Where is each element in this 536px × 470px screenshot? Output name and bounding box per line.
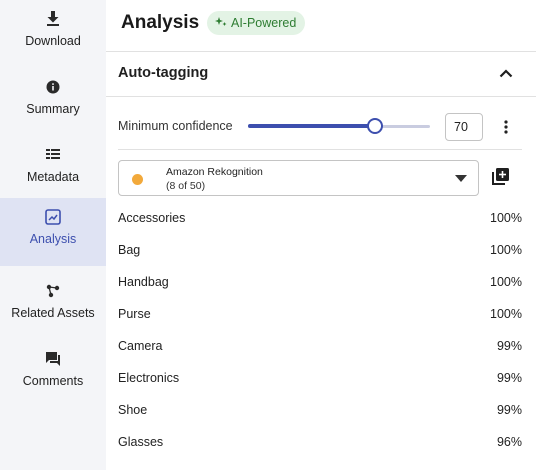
sidebar-item-comments[interactable]: Comments bbox=[0, 340, 106, 408]
provider-status-dot bbox=[132, 174, 143, 185]
sidebar-item-label: Metadata bbox=[26, 170, 80, 184]
tag-name: Shoe bbox=[118, 403, 148, 417]
provider-name: Amazon Rekognition bbox=[166, 166, 263, 178]
ai-powered-badge: AI-Powered bbox=[207, 11, 306, 35]
comment-icon bbox=[44, 350, 62, 368]
tag-name: Glasses bbox=[118, 435, 164, 449]
tag-score: 96% bbox=[496, 435, 522, 449]
tag-name: Accessories bbox=[118, 211, 186, 225]
ai-badge-label: AI-Powered bbox=[231, 16, 297, 30]
confidence-slider[interactable] bbox=[248, 118, 430, 134]
sidebar-item-label: Related Assets bbox=[11, 306, 95, 320]
control-divider bbox=[118, 149, 522, 150]
provider-count: (8 of 50) bbox=[166, 180, 206, 192]
page-title: Analysis bbox=[121, 12, 200, 33]
sidebar-item-summary[interactable]: Summary bbox=[0, 68, 106, 136]
tag-score: 99% bbox=[496, 339, 522, 353]
graph-icon bbox=[44, 282, 62, 300]
tag-row[interactable]: Camera 99% bbox=[118, 330, 522, 362]
main-panel: Analysis AI-Powered Auto-tagging Minimum… bbox=[106, 0, 536, 470]
tag-name: Camera bbox=[118, 339, 163, 353]
tag-score: 99% bbox=[496, 403, 522, 417]
sidebar: Download Summary Metadata Analysis Relat bbox=[0, 0, 106, 470]
section-divider bbox=[106, 96, 536, 97]
more-vert-icon bbox=[504, 120, 508, 134]
section-title: Auto-tagging bbox=[118, 65, 209, 81]
header-divider bbox=[106, 51, 536, 52]
tag-score: 100% bbox=[490, 275, 522, 289]
list-icon bbox=[44, 146, 62, 164]
tag-name: Purse bbox=[118, 307, 151, 321]
download-icon bbox=[44, 10, 62, 28]
tag-row[interactable]: Accessories 100% bbox=[118, 202, 522, 234]
sidebar-item-label: Comments bbox=[22, 374, 84, 388]
provider-select[interactable]: Amazon Rekognition (8 of 50) bbox=[118, 160, 479, 196]
chevron-up-icon bbox=[499, 68, 513, 77]
caret-down-icon bbox=[455, 175, 467, 182]
collapse-button[interactable] bbox=[496, 63, 516, 83]
slider-fill bbox=[248, 124, 376, 128]
library-add-icon bbox=[492, 168, 509, 185]
tag-score: 99% bbox=[496, 371, 522, 385]
tag-row[interactable]: Electronics 99% bbox=[118, 362, 522, 394]
tag-score: 100% bbox=[490, 211, 522, 225]
tag-row[interactable]: Handbag 100% bbox=[118, 266, 522, 298]
info-icon bbox=[44, 78, 62, 96]
sidebar-item-analysis[interactable]: Analysis bbox=[0, 198, 106, 266]
tag-name: Bag bbox=[118, 243, 141, 257]
tag-row[interactable]: Shoe 99% bbox=[118, 394, 522, 426]
tag-row[interactable]: Bag 100% bbox=[118, 234, 522, 266]
tag-score: 100% bbox=[490, 243, 522, 257]
tag-row[interactable]: Purse 100% bbox=[118, 298, 522, 330]
app-root: Download Summary Metadata Analysis Relat bbox=[0, 0, 536, 470]
confidence-label: Minimum confidence bbox=[118, 119, 233, 133]
analysis-icon bbox=[44, 208, 62, 226]
tag-score: 100% bbox=[490, 307, 522, 321]
sidebar-item-label: Analysis bbox=[29, 232, 77, 246]
slider-thumb[interactable] bbox=[367, 118, 384, 134]
confidence-input[interactable] bbox=[445, 113, 483, 141]
more-options-button[interactable] bbox=[499, 117, 513, 137]
tag-row[interactable]: Glasses 96% bbox=[118, 426, 522, 458]
tag-name: Electronics bbox=[118, 371, 180, 385]
sparkle-icon bbox=[215, 16, 227, 31]
sidebar-item-related-assets[interactable]: Related Assets bbox=[0, 272, 106, 340]
sidebar-item-label: Summary bbox=[26, 102, 80, 116]
add-tags-button[interactable] bbox=[491, 168, 509, 186]
sidebar-item-download[interactable]: Download bbox=[0, 0, 106, 68]
sidebar-item-label: Download bbox=[25, 34, 81, 48]
sidebar-item-metadata[interactable]: Metadata bbox=[0, 136, 106, 204]
tag-name: Handbag bbox=[118, 275, 169, 289]
